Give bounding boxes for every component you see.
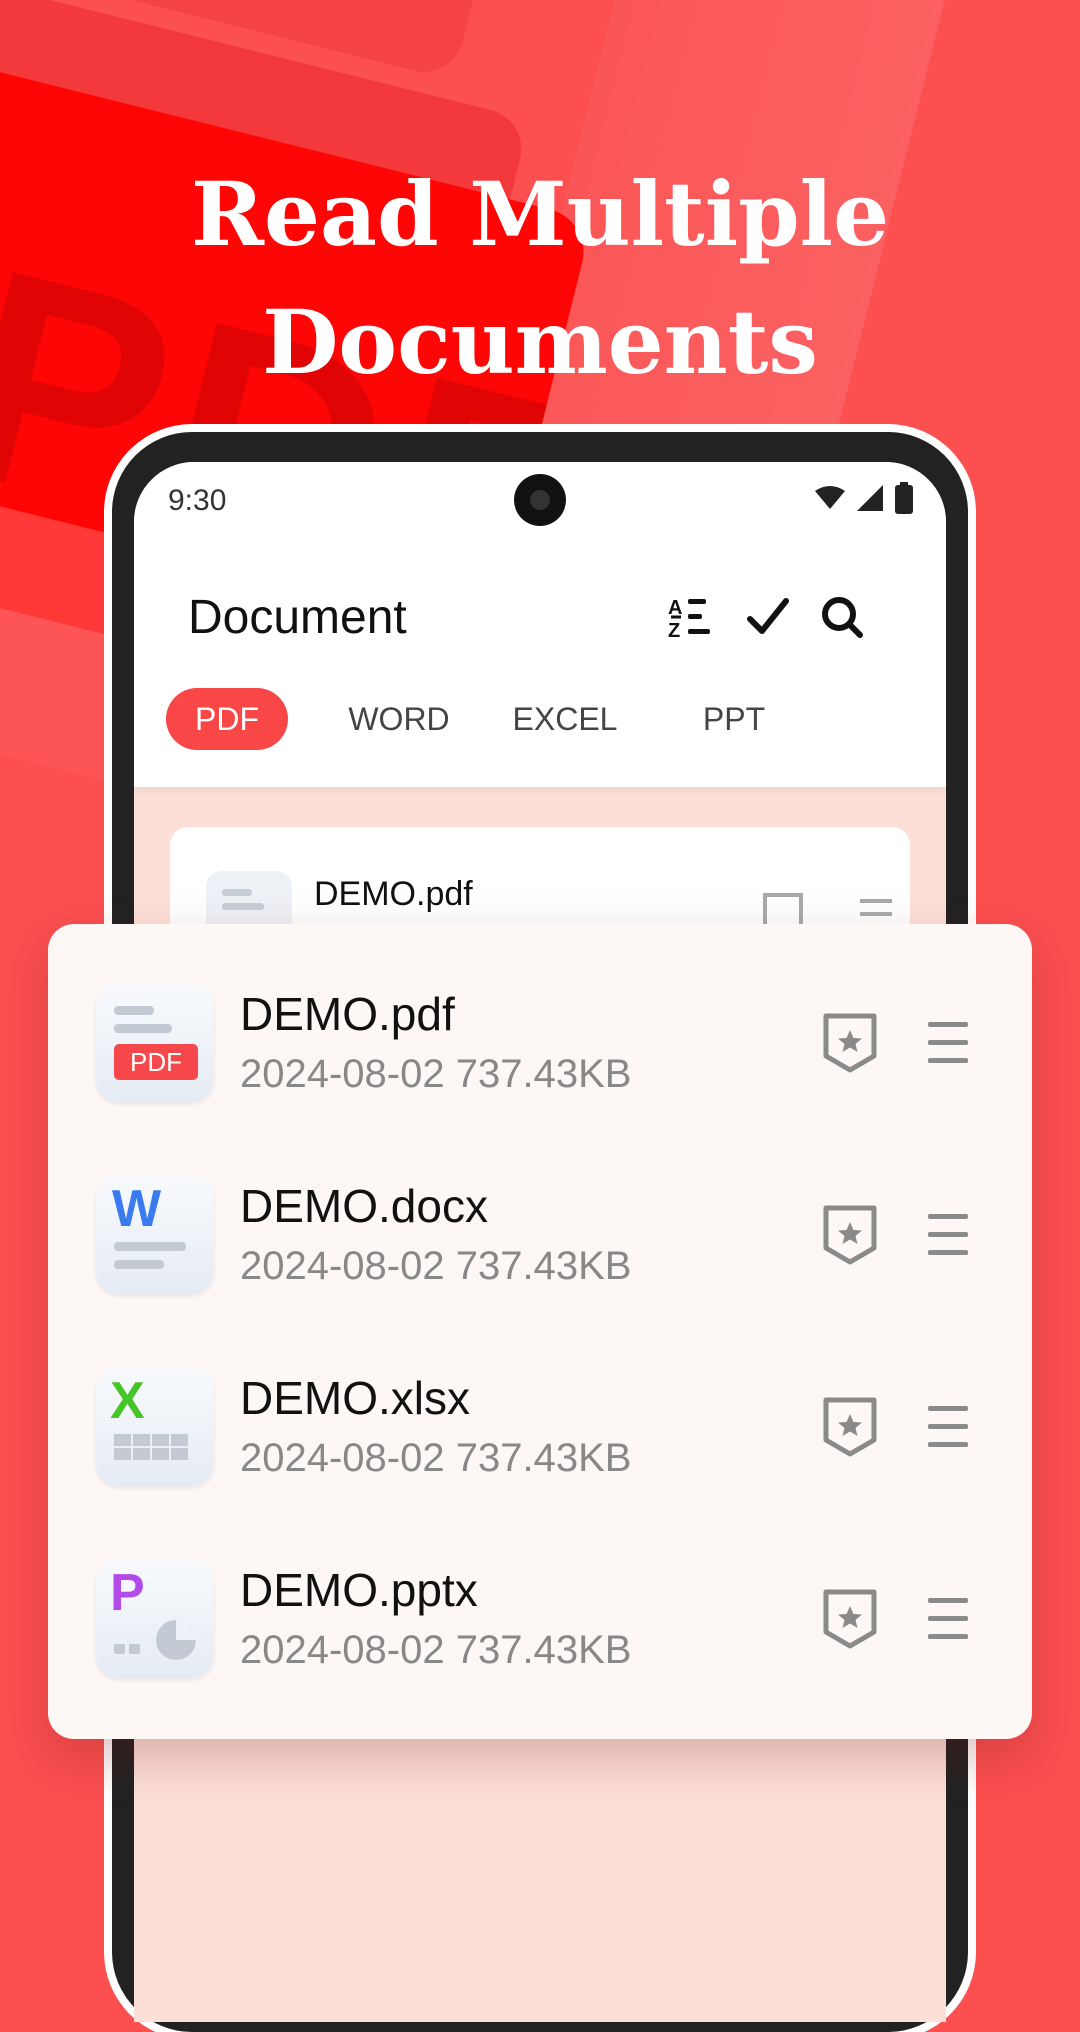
file-name: DEMO.pdf	[314, 875, 473, 913]
ppt-badge-text: P	[110, 1564, 145, 1622]
excel-file-icon: X	[96, 1368, 214, 1486]
file-meta: 2024-08-02 737.43KB	[240, 1052, 632, 1096]
ppt-file-icon: P	[96, 1560, 214, 1678]
list-item[interactable]: X DEMO.xlsx 2024-08-02 737.43KB	[48, 1308, 1032, 1500]
status-icons	[808, 482, 913, 516]
list-item[interactable]: P DEMO.pptx 2024-08-02 737.43KB	[48, 1500, 1032, 1692]
menu-icon[interactable]	[928, 1402, 968, 1452]
headline-line-1: Read Multiple	[190, 162, 890, 266]
headline-line-2: Documents	[262, 290, 818, 394]
tab-word[interactable]: WORD	[324, 688, 474, 750]
battery-icon	[894, 482, 913, 519]
tab-pdf[interactable]: PDF	[166, 688, 288, 750]
tab-ppt[interactable]: PPT	[654, 688, 814, 750]
file-name: DEMO.pdf	[240, 988, 455, 1040]
sort-button[interactable]: A Z	[662, 587, 722, 647]
checkmark-icon	[747, 598, 789, 634]
file-name: DEMO.docx	[240, 1180, 488, 1232]
app-header: 9:30 Document A Z PDF WORD EXCEL PPT	[134, 462, 946, 787]
camera-cutout	[514, 474, 566, 526]
word-file-icon: W	[96, 1176, 214, 1294]
excel-badge-text: X	[110, 1372, 145, 1430]
signal-icon	[856, 484, 884, 517]
search-button[interactable]	[812, 587, 872, 647]
sort-az-icon: A Z	[668, 597, 710, 642]
list-item[interactable]: W DEMO.docx 2024-08-02 737.43KB	[48, 1116, 1032, 1308]
file-list-card: PDF DEMO.pdf 2024-08-02 737.43KB W DEMO.…	[48, 924, 1032, 1739]
menu-icon[interactable]	[928, 1210, 968, 1260]
file-meta: 2024-08-02 737.43KB	[240, 1244, 632, 1288]
menu-icon[interactable]	[928, 1018, 968, 1068]
bookmark-icon[interactable]	[818, 1394, 882, 1458]
wifi-icon	[814, 485, 846, 516]
file-meta: 2024-08-02 737.43KB	[240, 1628, 632, 1672]
tab-excel[interactable]: EXCEL	[490, 688, 640, 750]
word-badge-text: W	[112, 1180, 162, 1238]
status-time: 9:30	[168, 484, 227, 517]
background-decoration	[0, 0, 490, 81]
svg-text:Z: Z	[668, 620, 680, 642]
search-icon	[822, 597, 863, 638]
page-title: Document	[188, 591, 407, 644]
menu-icon[interactable]	[928, 1594, 968, 1644]
file-name: DEMO.pptx	[240, 1564, 478, 1616]
pdf-file-icon: PDF	[96, 984, 214, 1102]
promo-headline: Read Multiple Documents	[0, 150, 1080, 406]
bookmark-icon[interactable]	[818, 1010, 882, 1074]
file-name: DEMO.xlsx	[240, 1372, 470, 1424]
bookmark-icon[interactable]	[818, 1586, 882, 1650]
bookmark-icon[interactable]	[818, 1202, 882, 1266]
list-item[interactable]: PDF DEMO.pdf 2024-08-02 737.43KB	[48, 924, 1032, 1116]
select-button[interactable]	[738, 587, 798, 647]
file-meta: 2024-08-02 737.43KB	[240, 1436, 632, 1480]
pdf-badge-text: PDF	[130, 1047, 182, 1077]
file-type-tabs: PDF WORD EXCEL PPT	[134, 680, 946, 750]
